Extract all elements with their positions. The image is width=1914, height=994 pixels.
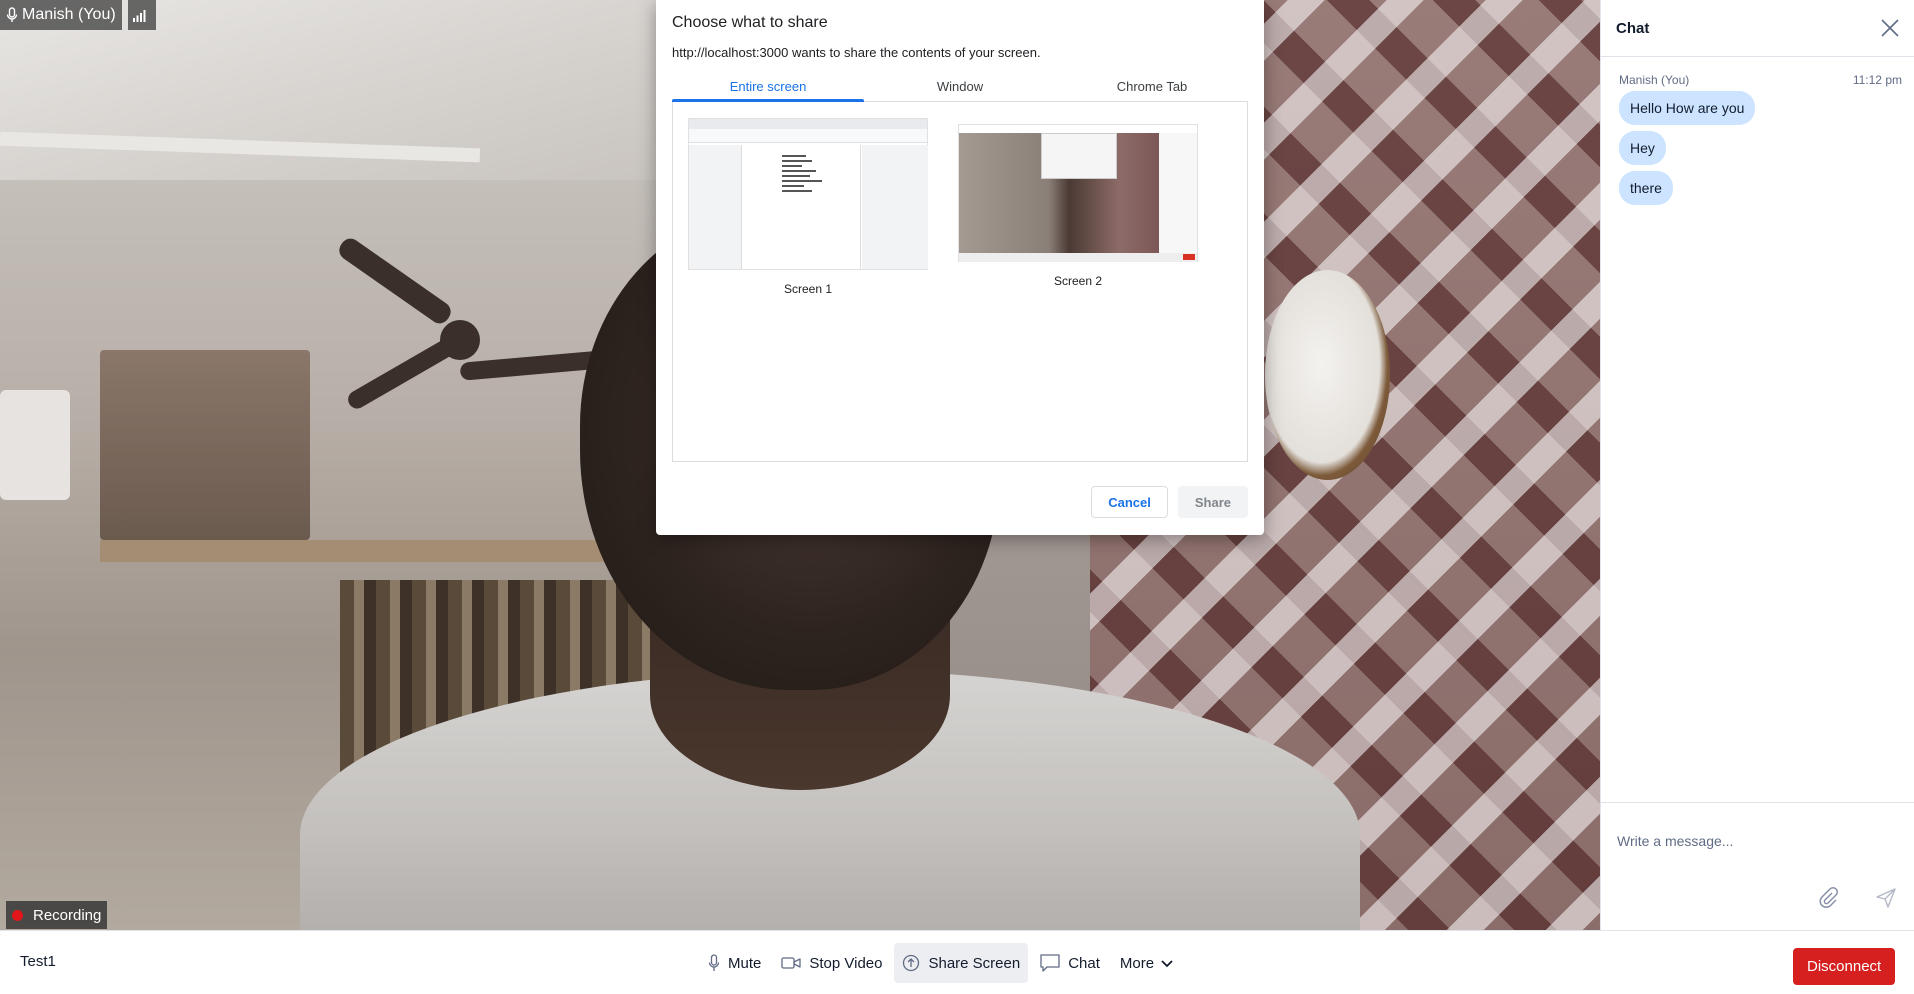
video-shelf [100,540,620,562]
mute-button[interactable]: Mute [700,943,769,983]
disconnect-button[interactable]: Disconnect [1793,948,1896,985]
bottom-toolbar: Test1 Mute Stop Video Share Screen Chat … [0,930,1914,994]
chat-bubble-icon [1040,954,1060,972]
room-name: Test1 [20,953,56,970]
chat-label: Chat [1068,954,1100,972]
message-bubble: Hey [1619,131,1666,165]
screen-option-1[interactable]: Screen 1 [688,118,928,296]
chat-header: Chat [1601,0,1914,57]
attachment-icon[interactable] [1816,886,1840,910]
chat-button[interactable]: Chat [1032,943,1108,983]
mute-label: Mute [728,954,762,972]
recording-label: Recording [33,906,102,924]
send-icon[interactable] [1874,886,1898,910]
dialog-tabs: Entire screen Window Chrome Tab [672,76,1248,102]
chat-title: Chat [1616,19,1650,37]
screen-2-thumbnail[interactable] [958,124,1198,262]
more-label: More [1119,954,1155,972]
screen-1-thumbnail[interactable] [688,118,928,270]
screen-options-panel: Screen 1 Screen 2 [672,102,1248,462]
message-time: 11:12 pm [1852,73,1902,87]
screen-2-label: Screen 2 [1053,274,1103,288]
tab-chrome-tab[interactable]: Chrome Tab [1056,76,1248,101]
tab-entire-screen[interactable]: Entire screen [672,76,864,102]
chat-input-area [1601,802,1914,930]
message-bubble: Hello How are you [1619,91,1756,125]
participant-name: Manish (You) [22,6,116,23]
screen-1-label: Screen 1 [783,282,833,296]
message-input[interactable] [1617,833,1857,849]
share-screen-icon [903,954,920,972]
video-camera-icon [781,957,802,969]
cancel-button[interactable]: Cancel [1091,486,1168,518]
close-icon[interactable] [1878,16,1902,40]
message-meta: Manish (You) 11:12 pm [1619,73,1902,87]
recording-dot-icon [12,909,23,921]
video-fan-hub [440,320,480,360]
share-button[interactable]: Share [1177,486,1248,518]
screen-option-2[interactable]: Screen 2 [958,118,1198,288]
more-button[interactable]: More [1112,943,1182,983]
chevron-down-icon [1161,960,1173,968]
participant-name-pill: Manish (You) [0,0,122,30]
network-signal-icon [132,10,146,22]
video-shelf-boxes [100,350,310,540]
message-author: Manish (You) [1619,73,1690,87]
chat-message-list: Manish (You) 11:12 pm Hello How are you … [1601,57,1914,211]
dialog-subtitle: http://localhost:3000 wants to share the… [672,45,1041,60]
microphone-icon [708,954,720,971]
call-controls: Mute Stop Video Share Screen Chat More [700,943,1182,983]
share-screen-dialog: Choose what to share http://localhost:30… [656,0,1264,535]
share-screen-label: Share Screen [928,954,1021,972]
video-ac-unit [0,390,70,500]
dialog-actions: Cancel Share [1091,486,1248,518]
participant-label: Manish (You) [0,0,156,30]
tab-window[interactable]: Window [864,76,1056,101]
recording-badge: Recording [6,901,108,929]
stop-video-label: Stop Video [809,954,883,972]
microphone-icon [6,7,18,22]
message-bubble: there [1619,171,1673,205]
stop-video-button[interactable]: Stop Video [773,943,890,983]
share-screen-button[interactable]: Share Screen [894,943,1029,983]
network-quality-pill [127,0,156,30]
chat-panel: Chat Manish (You) 11:12 pm Hello How are… [1600,0,1914,930]
dialog-title: Choose what to share [672,14,828,31]
video-wall-clock [1265,270,1390,480]
